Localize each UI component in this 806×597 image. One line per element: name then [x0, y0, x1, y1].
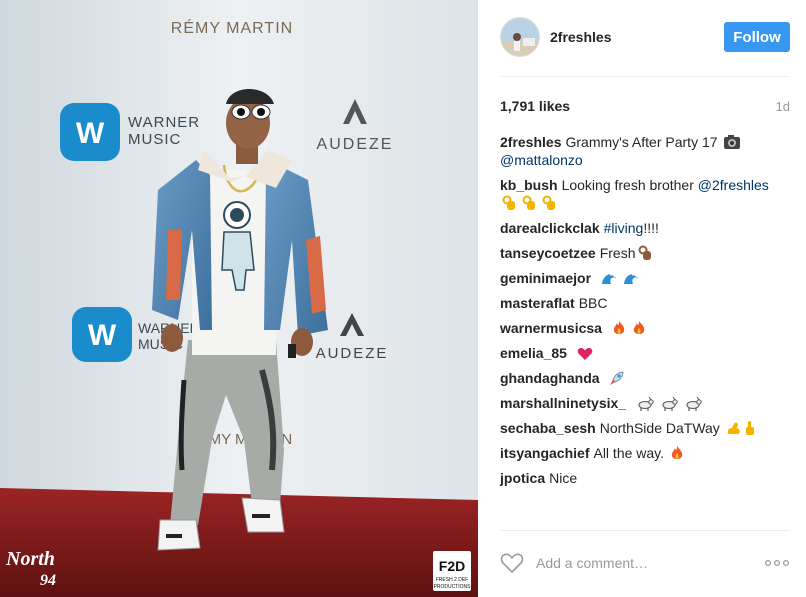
like-heart-icon[interactable] [500, 552, 524, 574]
rocket-icon [610, 371, 624, 385]
comment-username[interactable]: kb_bush [500, 177, 558, 193]
comment-username[interactable]: geminimaejor [500, 270, 591, 286]
point-up-icon [745, 421, 754, 435]
ok-hand-icon [638, 245, 651, 260]
comment-item: emelia_85 [500, 344, 792, 362]
comment-username[interactable]: sechaba_sesh [500, 420, 596, 436]
ok-hand-icon [500, 195, 556, 211]
comment-username[interactable]: emelia_85 [500, 345, 567, 361]
comment-text: Nice [549, 470, 578, 486]
comment-username[interactable]: darealclickclak [500, 220, 600, 236]
camera-icon [724, 135, 741, 149]
comment-username[interactable]: marshallninetysix_ [500, 395, 626, 411]
flex-icon [727, 422, 740, 434]
comment-item: ghandaghanda [500, 369, 792, 387]
more-options-icon[interactable] [764, 558, 790, 568]
divider [500, 76, 790, 77]
svg-text:MUSIC: MUSIC [128, 131, 181, 148]
comment-item: marshallninetysix_ [500, 394, 792, 412]
comment-item: tanseycoetzee Fresh [500, 244, 792, 262]
red-carpet [0, 488, 478, 597]
comment-list: 2freshles Grammy's After Party 17 @mattal… [500, 133, 792, 494]
comment-item: kb_bush Looking fresh brother @2freshles [500, 176, 792, 212]
comment-hashtag[interactable]: #living [604, 220, 644, 236]
remy-martin-logo: RÉMY MARTIN [171, 18, 293, 37]
comment-username[interactable]: jpotica [500, 470, 545, 486]
post-photo[interactable]: RÉMY MARTIN W WARNER MUSIC AUDEZE W WARN… [0, 0, 478, 597]
heart-emoji-icon [577, 347, 593, 360]
svg-text:AUDEZE: AUDEZE [316, 345, 389, 362]
comment-item: warnermusicsa [500, 319, 792, 337]
likes-count[interactable]: 1,791 likes [500, 98, 570, 114]
svg-text:W: W [88, 319, 117, 352]
divider [500, 530, 790, 531]
fire-icon [671, 446, 683, 459]
photo-illustration: RÉMY MARTIN W WARNER MUSIC AUDEZE W WARN… [0, 0, 478, 597]
comment-text: All the way. [593, 445, 665, 461]
comment-username[interactable]: 2freshles [500, 134, 561, 150]
comment-username[interactable]: tanseycoetzee [500, 245, 596, 261]
comment-item: sechaba_sesh NorthSide DaTWay [500, 419, 792, 437]
comment-text: Looking fresh brother [561, 177, 694, 193]
goat-icon [634, 395, 702, 411]
comment-composer [500, 548, 790, 578]
svg-text:WARNER: WARNER [128, 114, 200, 131]
comment-text: NorthSide DaTWay [599, 420, 720, 436]
svg-text:94: 94 [40, 572, 56, 589]
wave-icon [599, 270, 639, 286]
comment-mention[interactable]: @2freshles [698, 177, 769, 193]
post-timestamp[interactable]: 1d [776, 99, 790, 114]
post-details-panel: 2freshles Follow 1,791 likes 1d 2freshle… [478, 0, 806, 597]
svg-text:F2D: F2D [439, 558, 465, 574]
svg-text:North: North [5, 548, 55, 570]
avatar-image [501, 18, 539, 56]
comment-text: Fresh [599, 245, 636, 261]
comment-item: itsyangachief All the way. [500, 444, 792, 462]
comment-item: jpotica Nice [500, 469, 792, 487]
comment-username[interactable]: warnermusicsa [500, 320, 602, 336]
follow-button[interactable]: Follow [724, 22, 790, 52]
comment-item: 2freshles Grammy's After Party 17 @mattal… [500, 133, 792, 169]
comment-mention[interactable]: @mattalonzo [500, 152, 583, 168]
comment-text: Grammy's After Party 17 [565, 134, 718, 150]
svg-text:FRESH 2 DEF: FRESH 2 DEF [436, 577, 469, 583]
svg-text:AUDEZE: AUDEZE [317, 136, 394, 153]
svg-text:W: W [76, 117, 105, 150]
comment-item: geminimaejor [500, 269, 792, 287]
comment-text: BBC [578, 295, 608, 311]
comment-text: !!!! [643, 220, 659, 236]
post-header: 2freshles Follow [500, 15, 790, 59]
fire-icon [610, 320, 646, 336]
comment-item: masteraflat BBC [500, 294, 792, 312]
header-username[interactable]: 2freshles [550, 29, 611, 45]
comment-item: darealclickclak #living!!!! [500, 219, 792, 237]
fresh2def-watermark: F2D FRESH 2 DEF PRODUCTIONS [433, 551, 471, 591]
comment-username[interactable]: masteraflat [500, 295, 575, 311]
svg-text:PRODUCTIONS: PRODUCTIONS [434, 584, 472, 590]
comment-username[interactable]: ghandaghanda [500, 370, 600, 386]
comment-input[interactable] [536, 555, 764, 571]
avatar[interactable] [500, 17, 540, 57]
post-meta: 1,791 likes 1d [500, 97, 790, 115]
comment-username[interactable]: itsyangachief [500, 445, 589, 461]
